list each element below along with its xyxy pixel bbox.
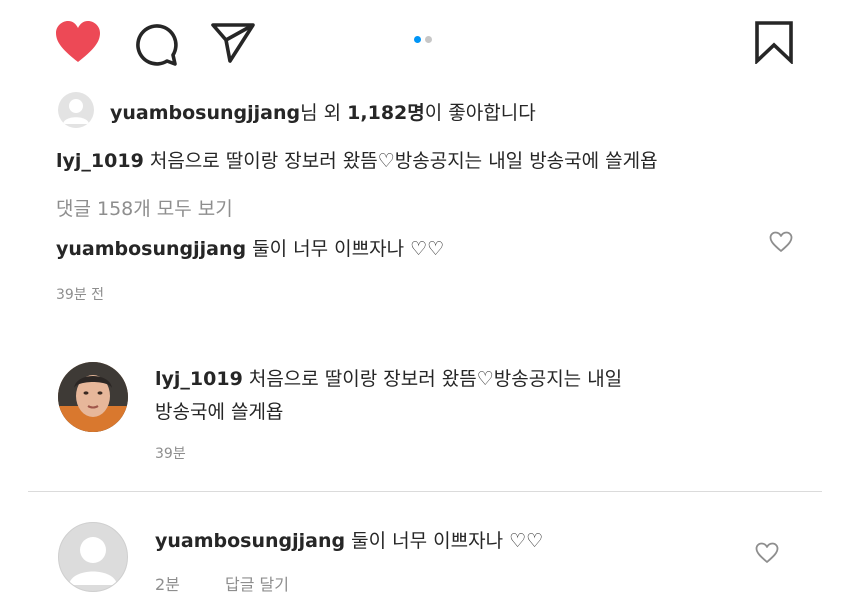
carousel-dot [425, 36, 432, 43]
view-all-comments-link[interactable]: 댓글 158개 모두 보기 [56, 194, 233, 221]
carousel-indicator [414, 36, 432, 43]
caption-username[interactable]: lyj_1019 [56, 150, 144, 172]
top-comment: yuambosungjjang 둘이 너무 이쁘자나 ♡♡ [56, 234, 444, 261]
post-caption: lyj_1019 처음으로 딸이랑 장보러 왔뜸♡방송공지는 내일 방송국에 쓸… [56, 146, 658, 173]
liker-avatar[interactable] [58, 92, 94, 128]
paper-plane-icon [211, 23, 255, 63]
reply-comment-text: 둘이 너무 이쁘자나 ♡♡ [345, 530, 544, 552]
author-username[interactable]: lyj_1019 [155, 368, 243, 390]
commenter-username[interactable]: yuambosungjjang [155, 530, 345, 552]
author-comment-line2: 방송국에 쓸게욥 [155, 401, 284, 423]
share-button[interactable] [210, 22, 256, 64]
liker-username[interactable]: yuambosungjjang [110, 102, 300, 124]
reply-button[interactable]: 답글 달기 [225, 571, 289, 595]
caption-text: 처음으로 딸이랑 장보러 왔뜸♡방송공지는 내일 방송국에 쓸게욥 [143, 150, 658, 172]
top-comment-timestamp: 39분 전 [56, 287, 105, 303]
author-comment-line1: lyj_1019 처음으로 딸이랑 장보러 왔뜸♡방송공지는 내일 [155, 364, 622, 391]
default-avatar-icon [69, 537, 117, 585]
heart-filled-icon [56, 21, 100, 62]
top-comment-like-button[interactable] [769, 231, 793, 253]
heart-outline-icon [769, 231, 793, 252]
author-comment-timestamp: 39분 [155, 446, 186, 462]
save-button[interactable] [754, 20, 794, 64]
default-avatar-icon [63, 99, 89, 124]
profile-photo [58, 362, 128, 432]
comment-button[interactable] [134, 22, 178, 66]
reply-comment-timestamp: 2분 [155, 575, 180, 594]
heart-outline-icon [755, 542, 779, 563]
comment-username[interactable]: yuambosungjjang [56, 238, 246, 260]
reply-comment: yuambosungjjang 둘이 너무 이쁘자나 ♡♡ [155, 526, 543, 553]
like-button[interactable] [54, 20, 102, 64]
likes-suffix: 이 좋아합니다 [424, 102, 536, 124]
likes-count[interactable]: 1,182명 [347, 102, 425, 124]
comment-text: 둘이 너무 이쁘자나 ♡♡ [246, 238, 445, 260]
likes-middle-text: 님 외 [300, 102, 348, 124]
commenter-avatar[interactable] [58, 522, 128, 592]
author-comment-text: 처음으로 딸이랑 장보러 왔뜸♡방송공지는 내일 [242, 368, 623, 390]
carousel-dot-active [414, 36, 421, 43]
reply-comment-like-button[interactable] [755, 542, 779, 564]
comment-icon [136, 24, 178, 66]
section-divider [28, 491, 822, 492]
post-author-avatar[interactable] [58, 362, 128, 432]
bookmark-icon [755, 21, 793, 64]
likes-summary[interactable]: yuambosungjjang님 외 1,182명이 좋아합니다 [110, 98, 536, 125]
